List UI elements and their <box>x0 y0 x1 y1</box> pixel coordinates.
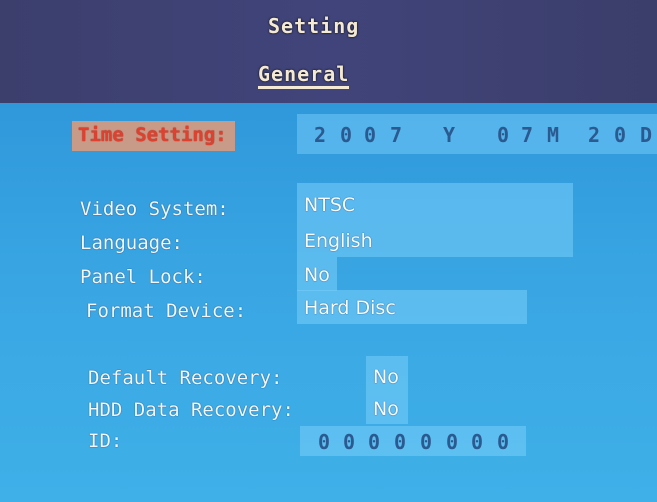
osd-screen: Setting General Time Setting: 2 0 0 7 Y … <box>0 0 657 502</box>
default-recovery-label: Default Recovery: <box>88 367 283 389</box>
format-device-value: Hard Disc <box>304 297 396 319</box>
time-setting-label[interactable]: Time Setting: <box>72 121 235 151</box>
id-digit: 0 <box>368 430 381 454</box>
id-digit: 0 <box>343 430 356 454</box>
time-char: 0 <box>340 123 353 147</box>
time-char: 7 <box>521 123 534 147</box>
panel-lock-label: Panel Lock: <box>80 266 206 288</box>
default-recovery-value: No <box>373 366 399 388</box>
time-char: 7 <box>390 123 403 147</box>
menu-title: Setting <box>268 14 360 38</box>
id-digit: 0 <box>318 430 331 454</box>
video-system-value: NTSC <box>304 194 356 216</box>
language-value: English <box>304 230 373 252</box>
time-char: 0 <box>497 123 510 147</box>
format-device-label: Format Device: <box>86 300 247 322</box>
id-label: ID: <box>88 430 123 452</box>
tab-general[interactable]: General <box>258 62 350 89</box>
tab-general-label: General <box>258 62 350 89</box>
id-digit: 0 <box>394 430 407 454</box>
time-char: 2 <box>588 123 601 147</box>
panel-lock-value: No <box>304 264 330 286</box>
id-digit: 0 <box>497 430 510 454</box>
id-digit: 0 <box>471 430 484 454</box>
time-char: M <box>547 123 560 147</box>
menu-header: Setting General <box>0 0 657 103</box>
id-digit: 0 <box>446 430 459 454</box>
time-char: 0 <box>364 123 377 147</box>
hdd-data-recovery-value: No <box>373 398 399 420</box>
time-char: D <box>640 123 653 147</box>
id-value-box[interactable] <box>300 426 526 456</box>
hdd-data-recovery-label: HDD Data Recovery: <box>88 399 294 421</box>
video-system-label: Video System: <box>80 198 229 220</box>
language-label: Language: <box>80 232 183 254</box>
time-char: 0 <box>614 123 627 147</box>
time-char: Y <box>443 123 456 147</box>
id-digit: 0 <box>420 430 433 454</box>
time-char: 2 <box>314 123 327 147</box>
